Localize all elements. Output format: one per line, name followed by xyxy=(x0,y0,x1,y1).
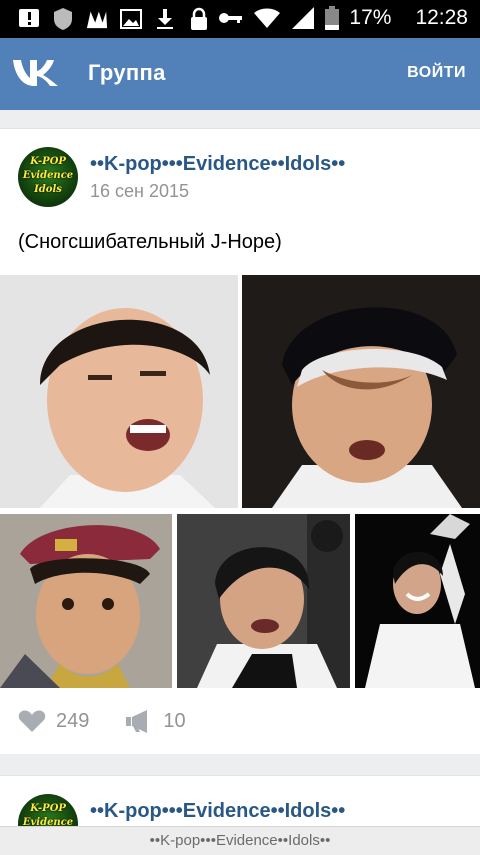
battery-percent: 17% xyxy=(349,6,392,29)
post-date[interactable]: 16 сен 2015 xyxy=(90,181,189,202)
bottom-title-bar: ••K-pop•••Evidence••Idols•• xyxy=(0,826,480,855)
post-card: K-POPEvidenceIdols ••K-pop•••Evidence••I… xyxy=(0,128,480,754)
image-icon xyxy=(120,9,142,29)
avatar[interactable]: K-POPEvidenceIdols xyxy=(18,147,78,207)
clock: 12:28 xyxy=(415,6,468,29)
login-button[interactable]: ВОЙТИ xyxy=(407,64,466,82)
alert-icon xyxy=(19,9,39,27)
avatar-logo-text: K-POPEvidenceIdols xyxy=(22,156,74,195)
like-button[interactable]: 249 xyxy=(18,709,89,733)
post-actions: 249 10 xyxy=(18,709,222,733)
page-title: Группа xyxy=(88,60,166,85)
post-author[interactable]: ••K-pop•••Evidence••Idols•• xyxy=(90,153,345,176)
wifi-icon xyxy=(254,8,281,28)
post-photo-5[interactable] xyxy=(355,514,480,688)
lock-icon xyxy=(191,7,207,30)
shield-icon xyxy=(54,8,72,30)
post-photo-3[interactable] xyxy=(0,514,172,688)
app-bar: Группа ВОЙТИ xyxy=(0,38,480,110)
post-photo-4[interactable] xyxy=(177,514,350,688)
post-photo-1[interactable] xyxy=(0,275,238,508)
download-icon xyxy=(157,9,173,29)
post-photo-2[interactable] xyxy=(242,275,480,508)
status-bar: 17% 12:28 xyxy=(0,0,480,38)
repost-count: 10 xyxy=(163,709,186,732)
megaphone-icon xyxy=(126,710,148,733)
key-icon xyxy=(219,13,243,23)
post-text: (Сногсшибательный J-Hope) xyxy=(18,231,282,253)
heart-icon xyxy=(18,710,46,732)
like-count: 249 xyxy=(56,709,90,732)
signal-icon xyxy=(292,7,315,29)
battery-icon xyxy=(325,6,340,30)
post-author[interactable]: ••K-pop•••Evidence••Idols•• xyxy=(90,800,345,823)
m-app-icon xyxy=(86,11,108,29)
share-button[interactable]: 10 xyxy=(125,709,186,733)
vk-logo[interactable] xyxy=(12,58,60,88)
